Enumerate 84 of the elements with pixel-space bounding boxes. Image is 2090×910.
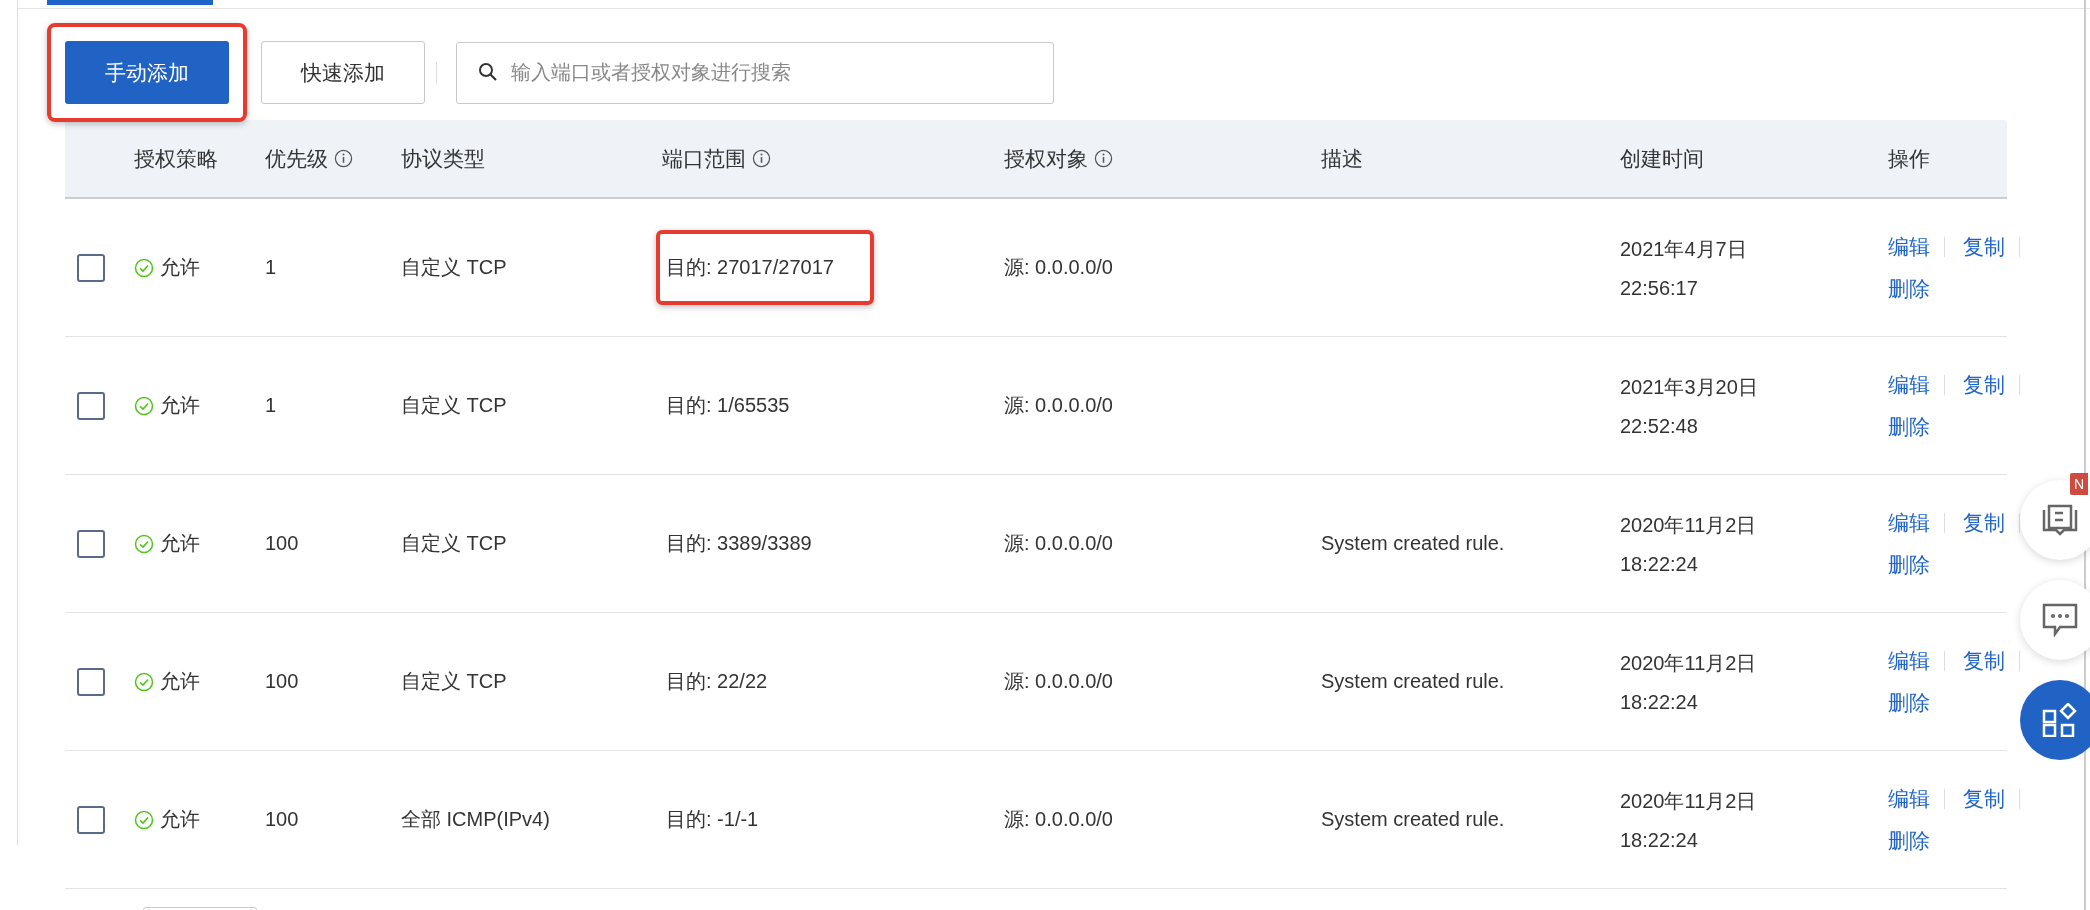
check-circle-icon xyxy=(134,257,154,278)
table-cell: 1 xyxy=(265,256,277,279)
column-header: 操作 xyxy=(1888,145,1930,172)
table-cell-text: 自定义 TCP xyxy=(401,255,507,280)
column-header: 优先级 xyxy=(265,145,328,172)
table-cell-text: 2021年4月7日 xyxy=(1620,236,1747,262)
action-link[interactable]: 删除 xyxy=(1888,688,1930,717)
action-link[interactable]: 编辑 xyxy=(1888,784,1930,813)
table-cell-text: 自定义 TCP xyxy=(401,393,507,418)
table-cell-text: 源: 0.0.0.0/0 xyxy=(1004,531,1113,556)
table-cell-text: 2020年11月2日 xyxy=(1620,788,1757,814)
table-cell: 1 xyxy=(265,394,277,417)
check-circle-icon xyxy=(134,809,154,830)
search-icon xyxy=(478,61,498,82)
chat-icon xyxy=(2042,603,2078,637)
table-cell: 18:22:24 xyxy=(1620,690,1698,714)
action-link[interactable]: 删除 xyxy=(1888,826,1930,855)
new-badge: N xyxy=(2070,473,2089,495)
table-cell-text: 2020年11月2日 xyxy=(1620,512,1757,538)
table-cell: System created rule. xyxy=(1321,670,1505,693)
table-cell-text: 源: 0.0.0.0/0 xyxy=(1004,669,1113,694)
column-header: 协议类型 xyxy=(401,145,485,172)
table-cell: 100 xyxy=(265,808,299,831)
table-cell: 目的: 27017/27017 xyxy=(666,256,834,278)
add-button[interactable]: 快速添加 xyxy=(261,41,425,104)
table-cell-text: 源: 0.0.0.0/0 xyxy=(1004,255,1113,280)
table-cell-text: 允许 xyxy=(160,393,200,418)
checkbox[interactable] xyxy=(77,667,105,696)
action-link[interactable]: 复制 xyxy=(1963,784,2005,813)
checkbox[interactable] xyxy=(77,253,105,282)
column-header: 描述 xyxy=(1321,145,1363,172)
column-header: 授权对象 xyxy=(1004,145,1088,172)
action-link[interactable]: 编辑 xyxy=(1888,232,1930,261)
action-link[interactable]: 复制 xyxy=(1963,646,2005,675)
search-field[interactable]: 输入端口或者授权对象进行搜索 xyxy=(456,41,1054,104)
table-cell-text: 全部 ICMP(IPv4) xyxy=(401,807,550,832)
column-header: 端口范围 xyxy=(662,145,746,172)
table-cell: 100 xyxy=(265,670,299,693)
table-cell-text: 2021年3月20日 xyxy=(1620,374,1758,400)
table-cell-text: 允许 xyxy=(160,807,200,832)
floating-button[interactable] xyxy=(2020,580,2090,660)
table-cell-text: 允许 xyxy=(160,531,200,556)
action-link[interactable]: 编辑 xyxy=(1888,370,1930,399)
checkbox[interactable] xyxy=(77,529,105,558)
checkbox[interactable] xyxy=(77,391,105,420)
table-cell: 目的: 3389/3389 xyxy=(666,532,812,554)
add-button[interactable]: 手动添加 xyxy=(65,41,229,104)
table-cell-text: 允许 xyxy=(160,669,200,694)
checkbox[interactable] xyxy=(77,805,105,834)
table-cell: 目的: -1/-1 xyxy=(666,808,759,830)
action-link[interactable]: 编辑 xyxy=(1888,646,1930,675)
floating-button[interactable] xyxy=(2020,480,2090,560)
table-cell: 18:22:24 xyxy=(1620,552,1698,576)
table-cell: 18:22:24 xyxy=(1620,828,1698,852)
action-link[interactable]: 删除 xyxy=(1888,274,1930,303)
check-circle-icon xyxy=(134,395,154,416)
table-cell-text: 自定义 TCP xyxy=(401,531,507,556)
table-cell: System created rule. xyxy=(1321,532,1505,555)
action-link[interactable]: 删除 xyxy=(1888,412,1930,441)
action-link[interactable]: 复制 xyxy=(1963,232,2005,261)
table-cell: 目的: 1/65535 xyxy=(666,394,790,416)
action-link[interactable]: 删除 xyxy=(1888,550,1930,579)
table-cell: 22:52:48 xyxy=(1620,414,1698,438)
check-circle-icon xyxy=(134,533,154,554)
action-link[interactable]: 复制 xyxy=(1963,508,2005,537)
table-cell: 100 xyxy=(265,532,299,555)
action-link[interactable]: 复制 xyxy=(1963,370,2005,399)
check-circle-icon xyxy=(134,671,154,692)
table-cell: 22:56:17 xyxy=(1620,276,1698,300)
table-cell-text: 源: 0.0.0.0/0 xyxy=(1004,807,1113,832)
table-cell-text: 源: 0.0.0.0/0 xyxy=(1004,393,1113,418)
info-icon xyxy=(752,149,771,168)
info-icon xyxy=(1094,149,1113,168)
table-cell-text: 自定义 TCP xyxy=(401,669,507,694)
table-cell: System created rule. xyxy=(1321,808,1505,831)
table-cell: 目的: 22/22 xyxy=(666,670,768,692)
info-icon xyxy=(334,149,353,168)
apps-icon xyxy=(2042,703,2078,737)
book-icon xyxy=(2042,504,2078,536)
action-link[interactable]: 编辑 xyxy=(1888,508,1930,537)
column-header: 创建时间 xyxy=(1620,145,1704,172)
table-cell-text: 2020年11月2日 xyxy=(1620,650,1757,676)
column-header: 授权策略 xyxy=(134,145,218,172)
table-cell-text: 允许 xyxy=(160,255,200,280)
